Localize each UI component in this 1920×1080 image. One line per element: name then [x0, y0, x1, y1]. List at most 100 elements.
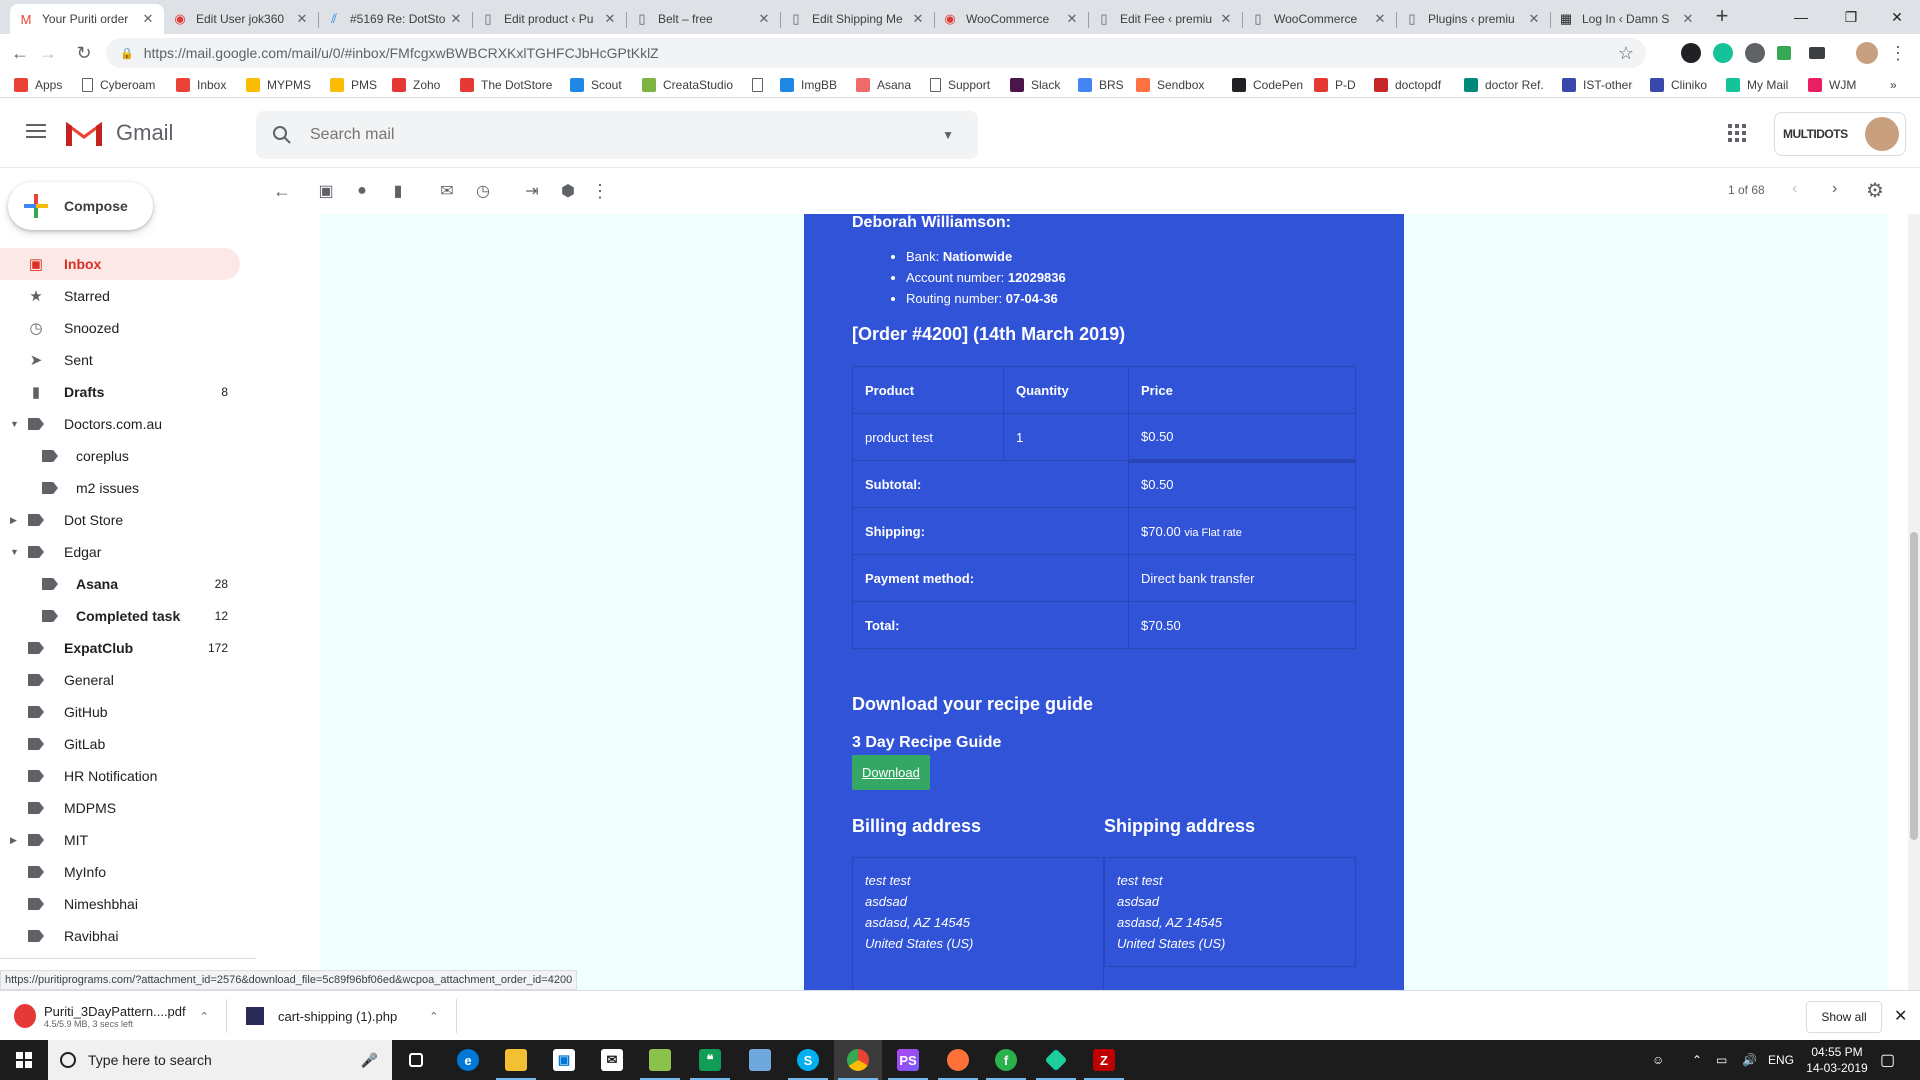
browser-tab[interactable]: ◉ Edit User jok360 ✕: [164, 4, 318, 34]
language-indicator[interactable]: ENG: [1768, 1040, 1794, 1080]
system-clock[interactable]: 04:55 PM 14-03-2019: [1806, 1044, 1868, 1076]
close-icon[interactable]: ✕: [756, 11, 772, 27]
profile-avatar[interactable]: [1856, 42, 1878, 64]
gitkraken-icon[interactable]: [1032, 1040, 1080, 1080]
bookmark-item[interactable]: [752, 76, 770, 94]
bookmark-item[interactable]: Slack: [1010, 76, 1060, 94]
close-icon[interactable]: ✕: [1894, 1006, 1907, 1026]
forward-icon[interactable]: →: [36, 41, 60, 65]
archive-icon[interactable]: ▣: [314, 179, 338, 203]
expand-arrow-icon[interactable]: ▼: [10, 419, 19, 429]
phpstorm-icon[interactable]: PS: [884, 1040, 932, 1080]
skype-icon[interactable]: S: [784, 1040, 832, 1080]
chrome-icon[interactable]: [834, 1040, 882, 1080]
expand-arrow-icon[interactable]: ▼: [10, 547, 19, 557]
bookmark-item[interactable]: Support: [930, 76, 990, 94]
bookmark-item[interactable]: CreataStudio: [642, 76, 733, 94]
bookmark-item[interactable]: Scout: [570, 76, 622, 94]
compose-button[interactable]: Compose: [8, 182, 153, 230]
edge-icon[interactable]: e: [444, 1040, 492, 1080]
labels-icon[interactable]: ⬢: [556, 179, 580, 203]
sidebar-item-sent[interactable]: ➤ Sent: [0, 344, 256, 376]
browser-tab[interactable]: ▯ Edit Shipping Me ✕: [780, 4, 934, 34]
extension-icon[interactable]: [1745, 43, 1765, 63]
sidebar-item-coreplus[interactable]: coreplus: [0, 440, 256, 472]
bookmark-item[interactable]: Inbox: [176, 76, 226, 94]
bookmark-item[interactable]: doctor Ref.: [1464, 76, 1544, 94]
network-icon[interactable]: ▭: [1716, 1040, 1727, 1080]
sidebar-item-gitlab[interactable]: GitLab: [0, 728, 256, 760]
filezilla-icon[interactable]: Z: [1080, 1040, 1128, 1080]
bookmark-item[interactable]: Zoho: [392, 76, 440, 94]
extension-icon[interactable]: [1809, 47, 1825, 59]
sidebar-item-doctors-com-au[interactable]: ▼ Doctors.com.au: [0, 408, 256, 440]
extension-icon[interactable]: [1681, 43, 1701, 63]
minimize-icon[interactable]: —: [1778, 0, 1824, 34]
close-icon[interactable]: ✕: [1218, 11, 1234, 27]
microphone-icon[interactable]: 🎤: [361, 1052, 378, 1069]
bookmark-item[interactable]: WJM: [1808, 76, 1856, 94]
bookmark-item[interactable]: Sendbox: [1136, 76, 1204, 94]
close-icon[interactable]: ✕: [602, 11, 618, 27]
close-icon[interactable]: ✕: [1372, 11, 1388, 27]
bookmark-item[interactable]: Apps: [14, 76, 62, 94]
address-bar[interactable]: 🔒 https://mail.google.com/mail/u/0/#inbo…: [106, 38, 1646, 68]
browser-tab[interactable]: ◉ WooCommerce ✕: [934, 4, 1088, 34]
download-item[interactable]: cart-shipping (1).php ⌃: [246, 991, 438, 1041]
main-menu-icon[interactable]: [24, 120, 48, 144]
sidebar-item-expatclub[interactable]: ExpatClub 172: [0, 632, 256, 664]
show-all-button[interactable]: Show all: [1806, 1001, 1882, 1033]
bookmark-item[interactable]: BRS: [1078, 76, 1124, 94]
bookmark-item[interactable]: My Mail: [1726, 76, 1788, 94]
browser-tab[interactable]: ▯ Edit Fee ‹ premiu ✕: [1088, 4, 1242, 34]
older-chevron-icon[interactable]: ›: [1832, 180, 1837, 198]
bookmark-item[interactable]: The DotStore: [460, 76, 552, 94]
download-item[interactable]: Puriti_3DayPattern....pdf 4.5/5.9 MB, 3 …: [14, 991, 209, 1041]
download-button[interactable]: Download: [852, 755, 930, 790]
close-icon[interactable]: ✕: [1064, 11, 1080, 27]
sidebar-item-completed-task[interactable]: Completed task 12: [0, 600, 256, 632]
delete-icon[interactable]: ▮: [386, 179, 410, 203]
search-input[interactable]: [310, 126, 943, 144]
feedly-icon[interactable]: f: [982, 1040, 1030, 1080]
restore-icon[interactable]: ❐: [1828, 0, 1874, 34]
sidebar-item-snoozed[interactable]: ◷ Snoozed: [0, 312, 256, 344]
browser-tab[interactable]: ▯ Plugins ‹ premiu ✕: [1396, 4, 1550, 34]
bookmark-item[interactable]: Asana: [856, 76, 911, 94]
bookmark-item[interactable]: ImgBB: [780, 76, 837, 94]
people-icon[interactable]: ☺: [1652, 1040, 1664, 1080]
notepad-plus-icon[interactable]: [636, 1040, 684, 1080]
avatar[interactable]: [1865, 117, 1899, 151]
sidebar-item-ravibhai[interactable]: Ravibhai: [0, 920, 256, 952]
search-options-icon[interactable]: ▼: [942, 128, 954, 142]
file-explorer-icon[interactable]: [492, 1040, 540, 1080]
settings-gear-icon[interactable]: ⚙: [1866, 178, 1884, 203]
browser-tab[interactable]: ▯ WooCommerce ✕: [1242, 4, 1396, 34]
google-apps-icon[interactable]: [1728, 124, 1746, 142]
collapse-arrow-icon[interactable]: ▶: [10, 515, 17, 526]
volume-icon[interactable]: 🔊: [1742, 1040, 1757, 1080]
scrollbar-thumb[interactable]: [1910, 532, 1918, 840]
sidebar-item-m2-issues[interactable]: m2 issues: [0, 472, 256, 504]
store-icon[interactable]: ▣: [540, 1040, 588, 1080]
close-icon[interactable]: ✕: [910, 11, 926, 27]
newer-chevron-icon[interactable]: ‹: [1792, 180, 1797, 198]
extension-icon[interactable]: [1777, 46, 1791, 60]
sidebar-item-inbox[interactable]: ▣ Inbox: [0, 248, 240, 280]
search-bar[interactable]: ▼: [256, 111, 978, 159]
browser-tab[interactable]: M Your Puriti order ✕: [10, 4, 164, 34]
sidebar-item-github[interactable]: GitHub: [0, 696, 256, 728]
sidebar-item-mdpms[interactable]: MDPMS: [0, 792, 256, 824]
sidebar-item-hr-notification[interactable]: HR Notification: [0, 760, 256, 792]
browser-tab[interactable]: ⫽ #5169 Re: DotSto ✕: [318, 4, 472, 34]
sidebar-item-general[interactable]: General: [0, 664, 256, 696]
browser-tab[interactable]: ▯ Edit product ‹ Pu ✕: [472, 4, 626, 34]
close-icon[interactable]: ✕: [1526, 11, 1542, 27]
bookmark-item[interactable]: P-D: [1314, 76, 1356, 94]
browser-tab[interactable]: ▦ Log In ‹ Damn S ✕: [1550, 4, 1704, 34]
bookmark-item[interactable]: Cliniko: [1650, 76, 1707, 94]
close-icon[interactable]: ✕: [1680, 11, 1696, 27]
sidebar-item-edgar[interactable]: ▼ Edgar: [0, 536, 256, 568]
account-switcher[interactable]: MULTIDOTS: [1774, 112, 1906, 156]
mail-icon[interactable]: ✉: [588, 1040, 636, 1080]
